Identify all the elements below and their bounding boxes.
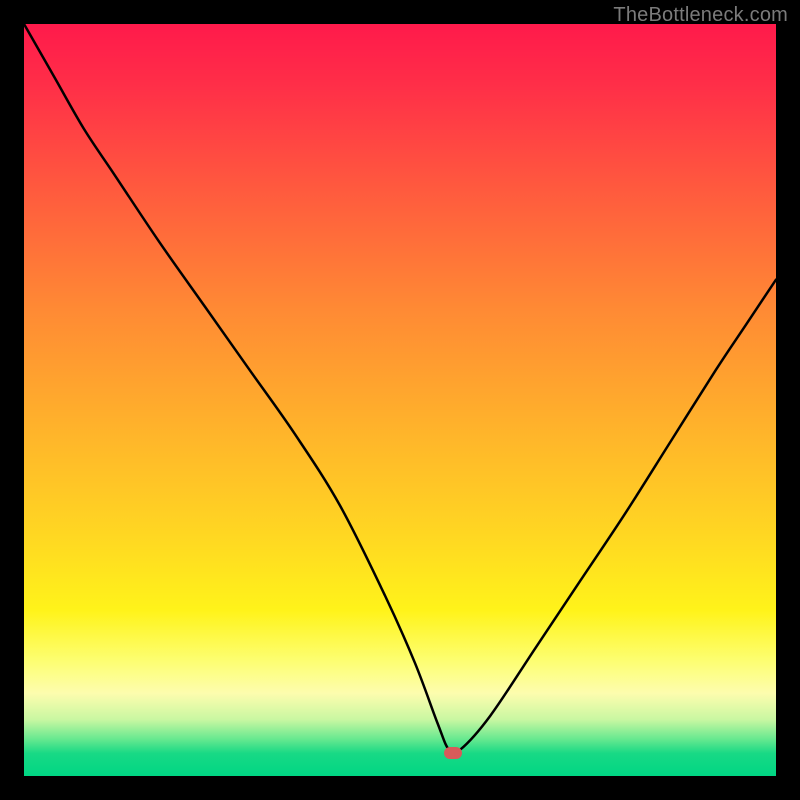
chart-frame: TheBottleneck.com	[0, 0, 800, 800]
plot-area	[24, 24, 776, 776]
bottleneck-curve	[24, 24, 776, 776]
minimum-marker	[444, 747, 462, 759]
watermark-text: TheBottleneck.com	[613, 4, 788, 27]
